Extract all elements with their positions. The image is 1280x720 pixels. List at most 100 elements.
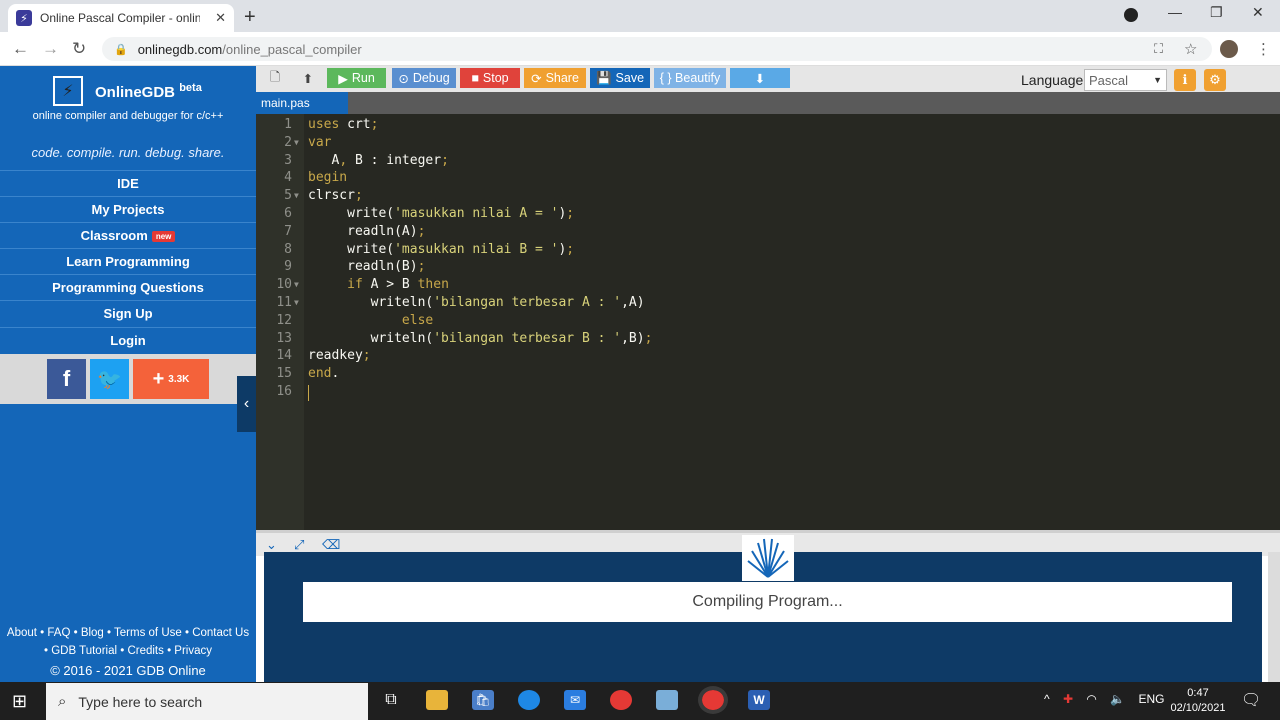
- code-line[interactable]: if A > B then: [308, 277, 449, 292]
- sidebar-item-classroom[interactable]: Classroom new: [0, 222, 256, 248]
- language-indicator[interactable]: ENG: [1139, 692, 1165, 706]
- app-icon[interactable]: [656, 690, 678, 710]
- taskbar-clock[interactable]: 0:47 02/10/2021: [1168, 686, 1228, 716]
- line-number: 2: [284, 134, 292, 150]
- tray-app-icon[interactable]: ✚: [1063, 692, 1073, 706]
- play-icon: ▶: [338, 71, 348, 86]
- tab-main-pas[interactable]: main.pas: [256, 92, 348, 114]
- notifications-icon[interactable]: 🗨: [1241, 690, 1261, 710]
- fold-arrow-icon[interactable]: ▼: [294, 280, 299, 289]
- windows-start-icon[interactable]: ⊞: [12, 691, 27, 712]
- code-line[interactable]: readkey;: [308, 348, 371, 363]
- info-icon[interactable]: ℹ: [1174, 69, 1196, 91]
- share-button[interactable]: ⟳ Share: [524, 68, 586, 88]
- word-icon[interactable]: W: [748, 690, 770, 710]
- bookmark-star-icon[interactable]: ☆: [1184, 40, 1197, 58]
- upload-icon[interactable]: ⬆: [296, 68, 320, 88]
- onlinegdb-favicon-icon: ⚡: [16, 10, 32, 26]
- onlinegdb-logo-icon[interactable]: ⚡: [53, 76, 83, 106]
- task-view-icon[interactable]: ⧉: [380, 690, 402, 710]
- stop-button[interactable]: ■ Stop: [460, 68, 520, 88]
- sidebar-item-login[interactable]: Login: [0, 327, 256, 353]
- language-select[interactable]: Pascal ▼: [1084, 69, 1167, 91]
- chrome-icon[interactable]: [610, 690, 632, 710]
- file-explorer-icon[interactable]: [426, 690, 448, 710]
- expand-output-icon[interactable]: ⤢: [294, 537, 304, 553]
- sidebar-item-my-projects[interactable]: My Projects: [0, 196, 256, 222]
- chrome-profile-icon[interactable]: [698, 686, 728, 714]
- beta-label: beta: [179, 82, 202, 94]
- line-number: 12: [276, 312, 292, 328]
- footer-links-line1[interactable]: About • FAQ • Blog • Terms of Use • Cont…: [0, 627, 256, 639]
- download-icon[interactable]: ⬇: [730, 68, 790, 88]
- code-line[interactable]: clrscr;: [308, 188, 363, 203]
- wifi-icon[interactable]: ◠: [1086, 692, 1096, 706]
- code-line[interactable]: writeln('bilangan terbesar A : ',A): [308, 295, 645, 310]
- new-file-icon[interactable]: 🗋: [264, 68, 286, 88]
- tab-close-icon[interactable]: ✕: [215, 10, 226, 26]
- maximize-window-icon[interactable]: ❐: [1210, 4, 1223, 21]
- edge-browser-icon[interactable]: [518, 690, 540, 710]
- line-number: 8: [284, 241, 292, 257]
- microsoft-store-icon[interactable]: 🛍: [472, 690, 494, 710]
- code-line[interactable]: uses crt;: [308, 117, 378, 132]
- browser-tab[interactable]: ⚡ Online Pascal Compiler - online e ✕: [8, 4, 234, 32]
- code-line[interactable]: A, B : integer;: [308, 153, 448, 168]
- line-number: 13: [276, 330, 292, 346]
- motto: code. compile. run. debug. share.: [31, 145, 225, 160]
- close-window-icon[interactable]: ✕: [1252, 4, 1264, 21]
- debug-button[interactable]: ⊙ Debug: [392, 68, 456, 88]
- share-count-button[interactable]: +3.3K: [133, 359, 209, 399]
- code-line[interactable]: writeln('bilangan terbesar B : ',B);: [308, 331, 653, 346]
- avatar[interactable]: [1220, 40, 1238, 58]
- code-line[interactable]: readln(A);: [308, 224, 425, 239]
- sidebar-item-ide[interactable]: IDE: [0, 170, 256, 196]
- new-tab-button[interactable]: +: [244, 6, 256, 29]
- plus-icon: +: [152, 367, 165, 390]
- code-line[interactable]: var: [308, 135, 331, 150]
- sidebar-item-sign-up[interactable]: Sign Up: [0, 300, 256, 326]
- url-host: onlinegdb.com: [137, 41, 223, 57]
- facebook-icon[interactable]: f: [47, 359, 86, 399]
- loading-spinner-icon: [742, 535, 794, 581]
- url-bar[interactable]: 🔒 onlinegdb.com/online_pascal_compiler: [102, 37, 1212, 61]
- fold-arrow-icon[interactable]: ▼: [294, 191, 299, 200]
- minimize-window-icon[interactable]: —: [1168, 4, 1182, 20]
- fold-arrow-icon[interactable]: ▼: [294, 138, 299, 147]
- run-button[interactable]: ▶ Run: [327, 68, 386, 88]
- output-scrollbar[interactable]: [1268, 552, 1280, 682]
- line-number: 5: [284, 188, 292, 204]
- code-line[interactable]: write('masukkan nilai A = ');: [308, 206, 574, 221]
- sidebar-item-learn-programming[interactable]: Learn Programming: [0, 248, 256, 274]
- profile-menu-icon[interactable]: [1124, 8, 1138, 22]
- clear-output-icon[interactable]: ⌫: [322, 537, 340, 553]
- code-line[interactable]: begin: [308, 170, 347, 185]
- collapse-output-chevron-icon[interactable]: ⌄: [266, 537, 277, 553]
- translate-icon[interactable]: ⛶: [1154, 41, 1163, 57]
- collapse-sidebar-chevron-icon[interactable]: ‹: [237, 376, 256, 432]
- twitter-icon[interactable]: 🐦: [90, 359, 129, 399]
- fold-arrow-icon[interactable]: ▼: [294, 298, 299, 307]
- menu-kebab-icon[interactable]: ⋮: [1256, 40, 1271, 58]
- code-line[interactable]: else: [308, 313, 433, 328]
- tray-chevron-up-icon[interactable]: ^: [1044, 692, 1050, 706]
- back-arrow-icon[interactable]: ←: [12, 39, 29, 59]
- code-line[interactable]: write('masukkan nilai B = ');: [308, 242, 574, 257]
- sidebar-item-programming-questions[interactable]: Programming Questions: [0, 274, 256, 300]
- code-line[interactable]: end.: [308, 366, 339, 381]
- line-number: 14: [276, 348, 292, 364]
- volume-icon[interactable]: 🔈: [1110, 692, 1125, 706]
- taskbar-search-input[interactable]: ⌕ Type here to search: [46, 683, 368, 720]
- search-icon: ⌕: [58, 693, 67, 710]
- lock-icon: 🔒: [114, 43, 128, 56]
- forward-arrow-icon[interactable]: →: [42, 39, 59, 59]
- code-line[interactable]: readln(B);: [308, 259, 425, 274]
- save-button[interactable]: 💾 Save: [590, 68, 650, 88]
- brand-name[interactable]: OnlineGDB beta: [95, 82, 202, 101]
- settings-gear-icon[interactable]: ⚙: [1204, 69, 1226, 91]
- system-tray: ^ ✚ ◠ 🔈 ENG: [1044, 692, 1165, 706]
- footer-links-line2[interactable]: • GDB Tutorial • Credits • Privacy: [0, 645, 256, 657]
- beautify-button[interactable]: { } Beautify: [654, 68, 726, 88]
- mail-icon[interactable]: ✉: [564, 690, 586, 710]
- reload-icon[interactable]: ↻: [72, 39, 86, 59]
